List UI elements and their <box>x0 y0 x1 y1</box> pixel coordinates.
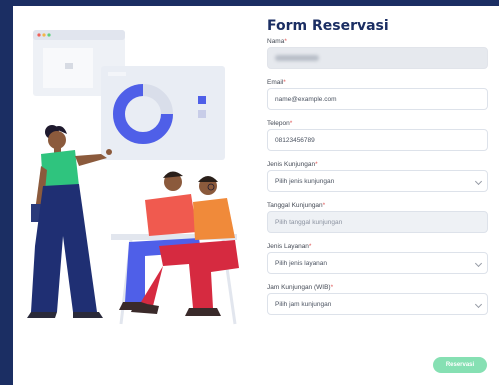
label-nama: Nama* <box>267 38 287 45</box>
email-field[interactable]: name@example.com <box>267 88 488 110</box>
phone-value: 08123456789 <box>275 136 315 144</box>
illustration <box>27 30 239 325</box>
chevron-down-icon <box>474 259 483 268</box>
visit-type-select[interactable]: Pilih jenis kunjungan <box>267 170 488 192</box>
reservation-card: Form Reservasi Nama* Email* name@example… <box>13 6 499 385</box>
phone-field[interactable]: 08123456789 <box>267 129 488 151</box>
chevron-down-icon <box>474 300 483 309</box>
label-jam-kunjungan: Jam Kunjungan (WIB)* <box>267 284 334 291</box>
name-field[interactable] <box>267 47 488 69</box>
visit-date-input[interactable]: Pilih tanggal kunjungan <box>267 211 488 233</box>
service-type-select[interactable]: Pilih jenis layanan <box>267 252 488 274</box>
visit-date-placeholder: Pilih tanggal kunjungan <box>275 218 343 226</box>
chevron-down-icon <box>474 177 483 186</box>
reservasi-submit-button[interactable]: Reservasi <box>433 357 487 373</box>
visit-type-value: Pilih jenis kunjungan <box>275 177 335 185</box>
label-jenis-kunjungan: Jenis Kunjungan* <box>267 161 318 168</box>
visit-time-select[interactable]: Pilih jam kunjungan <box>267 293 488 315</box>
name-value-blurred <box>275 55 319 61</box>
visit-time-value: Pilih jam kunjungan <box>275 300 332 308</box>
service-type-value: Pilih jenis layanan <box>275 259 328 267</box>
presenter-woman <box>27 125 112 318</box>
label-jenis-layanan: Jenis Layanan* <box>267 243 312 250</box>
reservation-form: Form Reservasi Nama* Email* name@example… <box>267 16 499 324</box>
label-tanggal-kunjungan: Tanggal Kunjungan* <box>267 202 326 209</box>
email-value: name@example.com <box>275 95 337 103</box>
donut-chart-icon <box>101 66 225 160</box>
label-telepon: Telepon* <box>267 120 293 127</box>
form-title: Form Reservasi <box>267 18 389 34</box>
label-email: Email* <box>267 79 286 86</box>
